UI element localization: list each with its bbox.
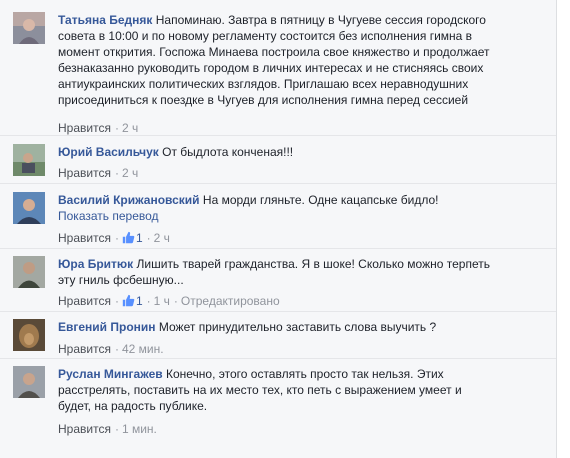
edited-label[interactable]: Отредактировано xyxy=(181,294,280,308)
separator-dot: · xyxy=(114,231,119,245)
comment-author[interactable]: Юрий Васильчук xyxy=(58,145,159,159)
thumbs-up-icon xyxy=(122,231,135,244)
comment-text-line: Может принудительно заставить слова выуч… xyxy=(158,320,437,334)
comment-text-line: расстрелять, поставить на их место тех, … xyxy=(58,383,462,397)
divider xyxy=(0,358,556,359)
like-count-value: 1 xyxy=(135,294,143,308)
like-count[interactable]: 1 xyxy=(122,294,143,308)
avatar-photo xyxy=(13,144,45,176)
show-translation-link[interactable]: Показать перевод xyxy=(58,209,159,223)
comment-author[interactable]: Евгений Пронин xyxy=(58,320,156,334)
like-count[interactable]: 1 xyxy=(122,231,143,245)
avatar[interactable] xyxy=(13,144,45,176)
thumbs-up-icon xyxy=(122,294,135,307)
comment-actions: Нравится · 2 ч xyxy=(58,165,138,181)
page-edge xyxy=(556,0,570,458)
avatar[interactable] xyxy=(13,256,45,288)
separator-dot: · xyxy=(173,294,178,308)
separator-dot: · xyxy=(114,294,119,308)
comment-author[interactable]: Татьяна Бедняк xyxy=(58,13,152,27)
avatar[interactable] xyxy=(13,192,45,224)
comment-text-line: присоединиться к поездке в Чугуев для ис… xyxy=(58,93,469,107)
separator-dot: · xyxy=(114,342,119,356)
comment-timestamp[interactable]: 42 мин. xyxy=(122,342,164,356)
comment-text-line: На морди гляньте. Одне кацапське бидло! xyxy=(202,193,439,207)
like-link[interactable]: Нравится xyxy=(58,422,111,436)
comment-body: Юрий Васильчук От быдлота конченая!!! xyxy=(58,144,548,160)
comment-actions: Нравится · 1 · 2 ч xyxy=(58,230,170,246)
divider xyxy=(0,311,556,312)
comment-text-line: будет, на радость публике. xyxy=(58,399,208,413)
comment-author[interactable]: Василий Крижановский xyxy=(58,193,200,207)
comment-actions: Нравится · 2 ч xyxy=(58,120,138,136)
avatar[interactable] xyxy=(13,366,45,398)
comment-actions: Нравится · 42 мин. xyxy=(58,341,164,357)
comment-text-line: Конечно, этого оставлять просто так нель… xyxy=(165,367,444,381)
separator-dot: · xyxy=(114,422,119,436)
comment-body: Руслан Мингажев Конечно, этого оставлять… xyxy=(58,366,548,414)
comment-author[interactable]: Руслан Мингажев xyxy=(58,367,163,381)
separator-dot: · xyxy=(146,294,151,308)
like-link[interactable]: Нравится xyxy=(58,342,111,356)
like-link[interactable]: Нравится xyxy=(58,294,111,308)
comment-timestamp[interactable]: 1 ч xyxy=(154,294,170,308)
avatar-photo xyxy=(13,12,45,44)
comment-body: Юра Бритюк Лишить тварей гражданства. Я … xyxy=(58,256,548,288)
comment-text-line: совета в 10:00 и по новому регламенту со… xyxy=(58,29,473,43)
comment-body: Татьяна Бедняк Напоминаю. Завтра в пятни… xyxy=(58,12,548,108)
divider xyxy=(0,248,556,249)
comment-timestamp[interactable]: 2 ч xyxy=(122,166,138,180)
like-count-value: 1 xyxy=(135,231,143,245)
divider xyxy=(0,183,556,184)
separator-dot: · xyxy=(114,121,119,135)
comment-text-line: момент открития. Госпожа Минаева построи… xyxy=(58,45,490,59)
comment-author[interactable]: Юра Бритюк xyxy=(58,257,133,271)
comment-text-line: безнаказанно руководить городом в личних… xyxy=(58,61,484,75)
like-link[interactable]: Нравится xyxy=(58,166,111,180)
comment-actions: Нравится · 1 · 1 ч · Отредактировано xyxy=(58,293,280,309)
comment-text-line: эту гниль фсбешную... xyxy=(58,273,184,287)
like-link[interactable]: Нравится xyxy=(58,121,111,135)
comment-body: Василий Крижановский На морди гляньте. О… xyxy=(58,192,548,224)
avatar-photo xyxy=(13,192,45,224)
comment-text-line: Напоминаю. Завтра в пятницу в Чугуеве се… xyxy=(155,13,486,27)
comment-timestamp[interactable]: 2 ч xyxy=(154,231,170,245)
comment-text-line: Лишить тварей гражданства. Я в шоке! Ско… xyxy=(136,257,490,271)
comment-thread: Татьяна Бедняк Напоминаю. Завтра в пятни… xyxy=(0,0,570,458)
comment-body: Евгений Пронин Может принудительно заста… xyxy=(58,319,548,335)
avatar-photo xyxy=(13,256,45,288)
separator-dot: · xyxy=(146,231,151,245)
like-link[interactable]: Нравится xyxy=(58,231,111,245)
comment-text-line: антиукраинских политических взглядов. Пр… xyxy=(58,77,469,91)
comment-timestamp[interactable]: 1 мин. xyxy=(122,422,157,436)
avatar-photo xyxy=(13,366,45,398)
divider xyxy=(0,135,556,136)
separator-dot: · xyxy=(114,166,119,180)
avatar[interactable] xyxy=(13,319,45,351)
comment-timestamp[interactable]: 2 ч xyxy=(122,121,138,135)
comment-text-line: От быдлота конченая!!! xyxy=(162,145,294,159)
avatar[interactable] xyxy=(13,12,45,44)
comment-actions: Нравится · 1 мин. xyxy=(58,421,157,437)
avatar-photo xyxy=(13,319,45,351)
